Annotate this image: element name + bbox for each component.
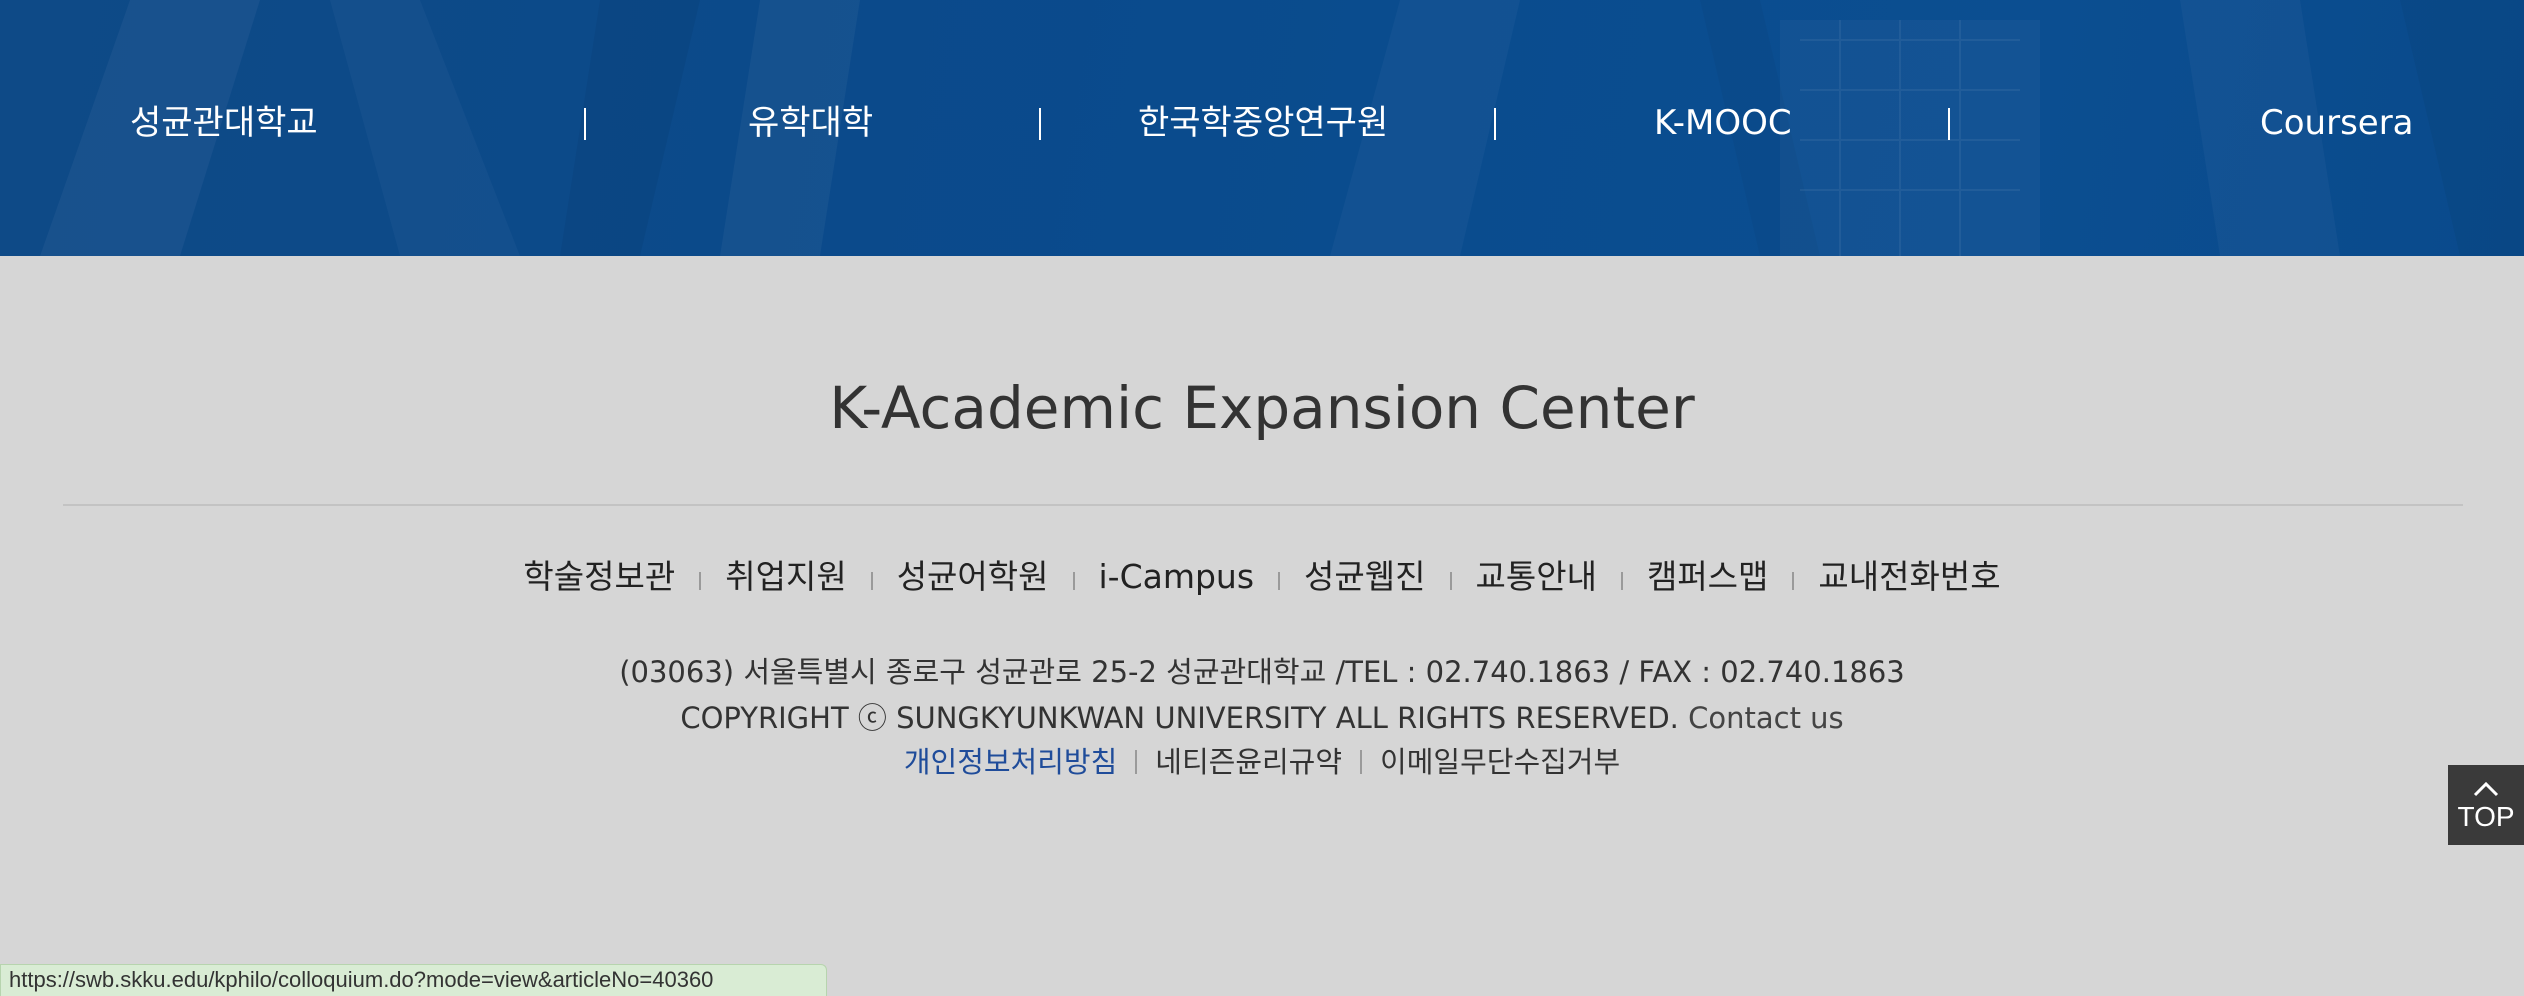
quick-link-webzine[interactable]: 성균웹진	[1304, 552, 1425, 602]
quick-link-separator	[870, 572, 873, 590]
scroll-top-label: TOP	[2457, 801, 2515, 832]
partner-link-skku[interactable]: 성균관대학교	[130, 98, 318, 148]
footer-divider	[63, 504, 2463, 506]
quick-link-separator	[1620, 572, 1623, 590]
chevron-up-icon	[2473, 781, 2499, 797]
partner-link-separator	[1039, 108, 1041, 140]
quick-link-separator	[1278, 572, 1281, 590]
footer-title: K-Academic Expansion Center	[829, 374, 1695, 442]
quick-link-icampus[interactable]: i-Campus	[1099, 552, 1255, 602]
footer-address: (03063) 서울특별시 종로구 성균관로 25-2 성균관대학교 /TEL …	[619, 655, 1905, 689]
status-bar-url: https://swb.skku.edu/kphilo/colloquium.d…	[9, 967, 714, 992]
browser-status-bar: https://swb.skku.edu/kphilo/colloquium.d…	[0, 964, 827, 996]
quick-link-separator	[1449, 572, 1452, 590]
email-collection-refusal-link[interactable]: 이메일무단수집거부	[1380, 740, 1620, 784]
contact-us-link[interactable]: Contact us	[1688, 701, 1844, 735]
privacy-policy-link[interactable]: 개인정보처리방침	[904, 740, 1117, 784]
quick-link-library[interactable]: 학술정보관	[523, 552, 675, 602]
quick-link-directions[interactable]: 교통안내	[1476, 552, 1597, 602]
partner-link-confucian-college[interactable]: 유학대학	[748, 98, 873, 148]
footer-quick-links: 학술정보관 취업지원 성균어학원 i-Campus 성균웹진 교통안내 캠퍼스맵…	[0, 552, 2524, 602]
policy-link-separator	[1135, 750, 1138, 774]
partner-banner: 성균관대학교 유학대학 한국학중앙연구원 K-MOOC Coursera	[0, 0, 2524, 256]
footer-copyright-line: COPYRIGHT ⓒ SUNGKYUNKWAN UNIVERSITY ALL …	[0, 696, 2524, 740]
quick-link-separator	[1792, 572, 1795, 590]
partner-link-kmooc[interactable]: K-MOOC	[1654, 98, 1792, 148]
policy-link-separator	[1360, 750, 1363, 774]
footer-copyright: COPYRIGHT ⓒ SUNGKYUNKWAN UNIVERSITY ALL …	[680, 701, 1679, 735]
quick-link-career[interactable]: 취업지원	[725, 552, 846, 602]
netizen-ethics-link[interactable]: 네티즌윤리규약	[1155, 740, 1342, 784]
partner-links: 성균관대학교 유학대학 한국학중앙연구원 K-MOOC Coursera	[0, 0, 2524, 256]
partner-link-separator	[584, 108, 586, 140]
partner-link-aks[interactable]: 한국학중앙연구원	[1138, 98, 1388, 148]
quick-link-campus-map[interactable]: 캠퍼스맵	[1647, 552, 1768, 602]
quick-link-separator	[1072, 572, 1075, 590]
footer-policy-links: 개인정보처리방침 네티즌윤리규약 이메일무단수집거부	[0, 740, 2524, 784]
quick-link-language-institute[interactable]: 성균어학원	[897, 552, 1049, 602]
quick-link-phone-directory[interactable]: 교내전화번호	[1818, 552, 2000, 602]
partner-link-separator	[1948, 108, 1950, 140]
quick-link-separator	[699, 572, 702, 590]
partner-link-separator	[1494, 108, 1496, 140]
scroll-top-button[interactable]: TOP	[2448, 765, 2524, 845]
partner-link-coursera[interactable]: Coursera	[2260, 98, 2414, 148]
